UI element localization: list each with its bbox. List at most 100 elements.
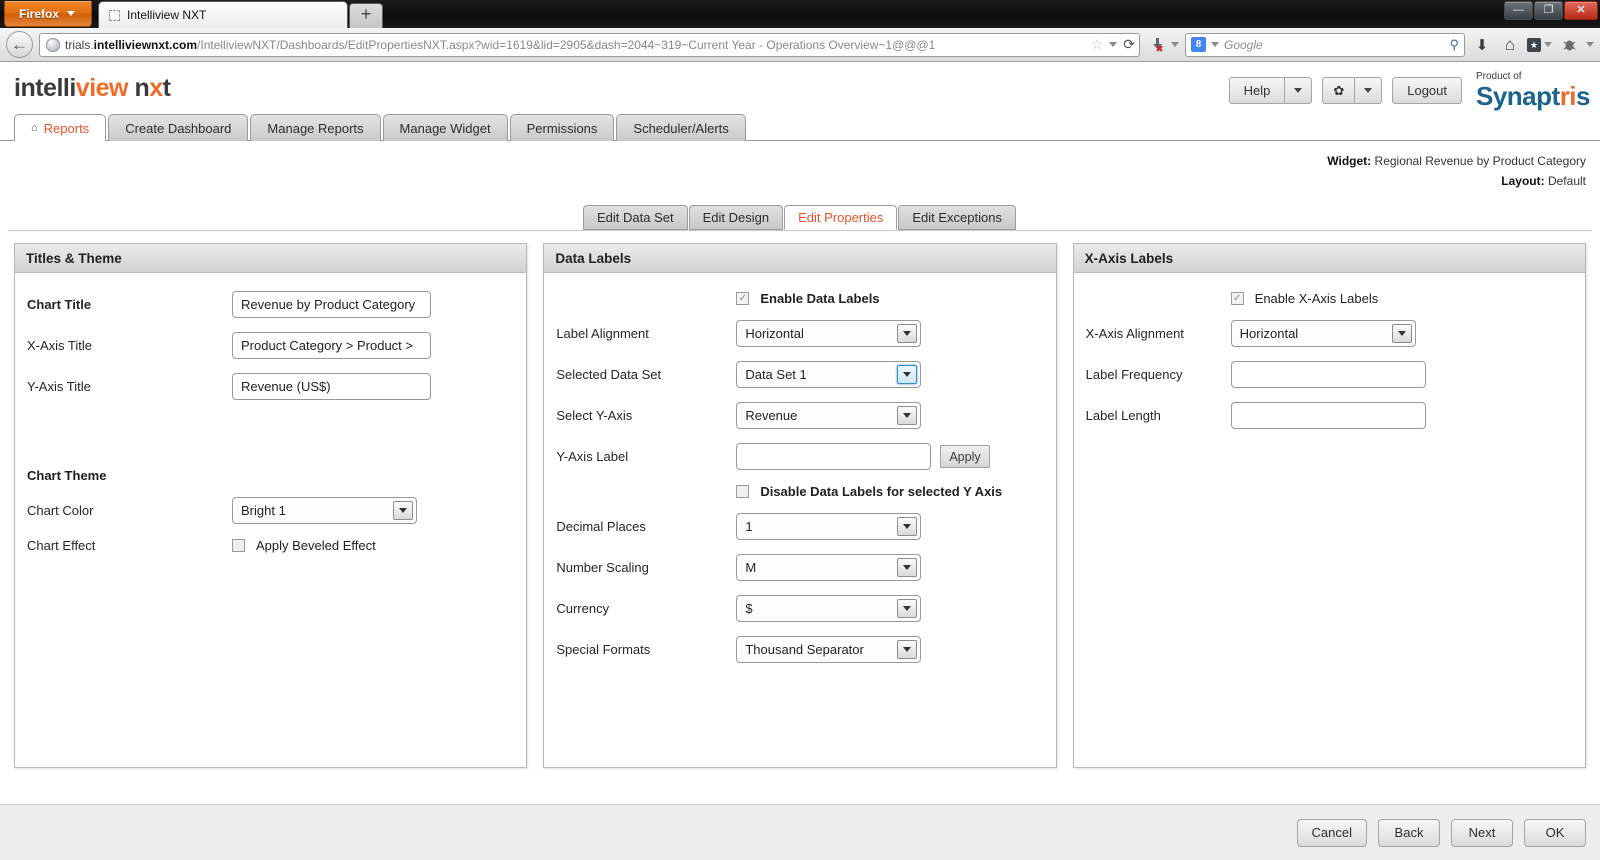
chevron-down-icon[interactable] xyxy=(1109,42,1118,47)
help-dropdown-button[interactable] xyxy=(1284,77,1313,104)
decimal-places-value: 1 xyxy=(745,519,753,534)
firefox-menu-button[interactable]: Firefox xyxy=(4,1,92,27)
restore-button[interactable]: ❐ xyxy=(1534,1,1563,20)
label-length-input[interactable] xyxy=(1230,402,1426,429)
settings-dropdown-button[interactable] xyxy=(1354,77,1383,104)
cancel-button[interactable]: Cancel xyxy=(1296,818,1367,847)
chevron-down-icon[interactable] xyxy=(1171,42,1179,47)
app-header: intelliview nxt Help ✿ Logout Product of… xyxy=(0,62,1600,114)
reload-icon[interactable]: ⟳ xyxy=(1123,36,1135,53)
back-button[interactable]: Back xyxy=(1378,818,1440,847)
bookmark-star-icon[interactable]: ☆ xyxy=(1091,36,1104,53)
bookmarks-button[interactable]: ★ xyxy=(1527,37,1552,52)
ok-button[interactable]: OK xyxy=(1524,818,1586,847)
selected-data-set-select[interactable]: Data Set 1 xyxy=(736,361,922,388)
special-formats-select[interactable]: Thousand Separator xyxy=(736,636,922,663)
label-frequency-input[interactable] xyxy=(1230,361,1426,388)
dropdown-arrow-button[interactable] xyxy=(897,406,918,425)
tab-manage-widget[interactable]: Manage Widget xyxy=(382,114,508,141)
enable-data-labels-row[interactable]: ✓ Enable Data Labels xyxy=(736,291,880,306)
row-label-length: Label Length xyxy=(1086,402,1573,429)
currency-select[interactable]: $ xyxy=(736,595,922,622)
tab-create-dashboard[interactable]: Create Dashboard xyxy=(108,114,249,141)
y-axis-label-label: Y-Axis Label xyxy=(556,449,629,464)
y-axis-label-input[interactable] xyxy=(736,443,932,470)
enable-x-axis-labels-checkbox[interactable]: ✓ xyxy=(1230,292,1244,305)
subtab-edit-data-set[interactable]: Edit Data Set xyxy=(583,205,688,230)
chart-color-select[interactable]: Bright 1 xyxy=(232,497,417,524)
widget-label: Widget: xyxy=(1327,154,1372,168)
chevron-down-icon[interactable] xyxy=(1211,42,1219,47)
url-bar[interactable]: trials.intelliviewnxt.com/IntelliviewNXT… xyxy=(39,32,1140,57)
beveled-effect-checkbox-row[interactable]: ✓ Apply Beveled Effect xyxy=(232,538,376,553)
row-y-axis-title: Y-Axis Title Revenue (US$) xyxy=(27,373,514,400)
special-formats-value: Thousand Separator xyxy=(745,642,864,657)
downloads-icon[interactable]: ⬇ xyxy=(1471,33,1493,57)
chart-title-label: Chart Title xyxy=(27,297,92,312)
dropdown-arrow-button[interactable] xyxy=(897,324,918,343)
minimize-button[interactable]: — xyxy=(1504,1,1533,20)
dropdown-arrow-button[interactable] xyxy=(897,558,918,577)
x-axis-title-input[interactable]: Product Category > Product > xyxy=(232,332,431,359)
select-y-axis-select[interactable]: Revenue xyxy=(736,402,922,429)
gear-icon: ✿ xyxy=(1333,82,1345,98)
search-input[interactable]: Google xyxy=(1224,38,1444,52)
close-button[interactable]: ✕ xyxy=(1564,1,1598,20)
enable-x-axis-labels-row[interactable]: ✓ Enable X-Axis Labels xyxy=(1230,291,1378,306)
help-button[interactable]: Help xyxy=(1228,77,1285,104)
tab-reports[interactable]: ⌂ Reports xyxy=(14,114,107,141)
select-y-axis-label: Select Y-Axis xyxy=(556,408,633,423)
number-scaling-select[interactable]: M xyxy=(736,554,922,581)
tab-manage-reports[interactable]: Manage Reports xyxy=(250,114,381,141)
dropdown-arrow-button[interactable] xyxy=(897,640,918,659)
dropdown-arrow-button[interactable] xyxy=(897,517,918,536)
chart-title-input[interactable]: Revenue by Product Category xyxy=(232,291,431,318)
y-axis-title-input[interactable]: Revenue (US$) xyxy=(232,373,431,400)
search-icon[interactable]: ⚲ xyxy=(1449,37,1459,53)
chevron-down-icon xyxy=(1544,42,1552,47)
firefox-menu-label: Firefox xyxy=(19,6,60,21)
selected-data-set-label: Selected Data Set xyxy=(556,367,662,382)
enable-data-labels-checkbox[interactable]: ✓ xyxy=(736,292,750,305)
decimal-places-select[interactable]: 1 xyxy=(736,513,922,540)
tab-scheduler-alerts[interactable]: Scheduler/Alerts xyxy=(616,114,746,141)
tab-permissions[interactable]: Permissions xyxy=(509,114,615,141)
footer-action-bar: Cancel Back Next OK xyxy=(0,804,1600,860)
new-tab-button[interactable]: + xyxy=(349,3,383,28)
x-axis-alignment-select[interactable]: Horizontal xyxy=(1230,320,1416,347)
widget-value: Regional Revenue by Product Category xyxy=(1374,154,1586,168)
chevron-down-icon xyxy=(903,372,912,377)
subtab-edit-properties[interactable]: Edit Properties xyxy=(784,205,898,230)
disable-data-labels-checkbox[interactable]: ✓ xyxy=(736,485,750,498)
home-icon[interactable]: ⌂ xyxy=(1499,33,1521,57)
subtab-edit-design[interactable]: Edit Design xyxy=(688,205,784,230)
brand-text-i: ri xyxy=(1559,81,1577,111)
disable-data-labels-row[interactable]: ✓ Disable Data Labels for selected Y Axi… xyxy=(736,484,1002,499)
settings-button[interactable]: ✿ xyxy=(1322,77,1355,104)
apply-button[interactable]: Apply xyxy=(940,445,990,468)
dropdown-arrow-button[interactable] xyxy=(393,501,413,520)
next-button[interactable]: Next xyxy=(1451,818,1513,847)
panel-x-axis-labels-body: ✓ Enable X-Axis Labels X-Axis Alignment … xyxy=(1074,273,1585,429)
toolbar-overflow-icon[interactable] xyxy=(1586,42,1594,47)
help-split-button[interactable]: Help xyxy=(1228,77,1313,104)
browser-tab[interactable]: Intelliview NXT xyxy=(98,1,348,28)
addon-icon[interactable] xyxy=(1558,33,1580,57)
subtab-edit-exceptions[interactable]: Edit Exceptions xyxy=(898,205,1016,230)
label-alignment-select[interactable]: Horizontal xyxy=(736,320,922,347)
adblock-button[interactable] xyxy=(1146,33,1179,57)
special-formats-label: Special Formats xyxy=(556,642,651,657)
dropdown-arrow-button[interactable] xyxy=(897,365,918,384)
logo-text-1: intelli xyxy=(14,73,76,102)
back-button[interactable]: ← xyxy=(6,31,33,58)
beveled-effect-checkbox[interactable]: ✓ xyxy=(232,539,245,552)
search-bar[interactable]: 8 Google ⚲ xyxy=(1185,32,1465,57)
brand-text-b: s xyxy=(1576,81,1590,111)
dropdown-arrow-button[interactable] xyxy=(1391,324,1412,343)
logout-button[interactable]: Logout xyxy=(1392,77,1462,104)
synaptris-wordmark: Synaptris xyxy=(1476,83,1590,109)
settings-split-button[interactable]: ✿ xyxy=(1322,77,1383,104)
dropdown-arrow-button[interactable] xyxy=(897,599,918,618)
layout-line: Layout: Default xyxy=(0,171,1586,191)
label-alignment-label: Label Alignment xyxy=(556,326,649,341)
